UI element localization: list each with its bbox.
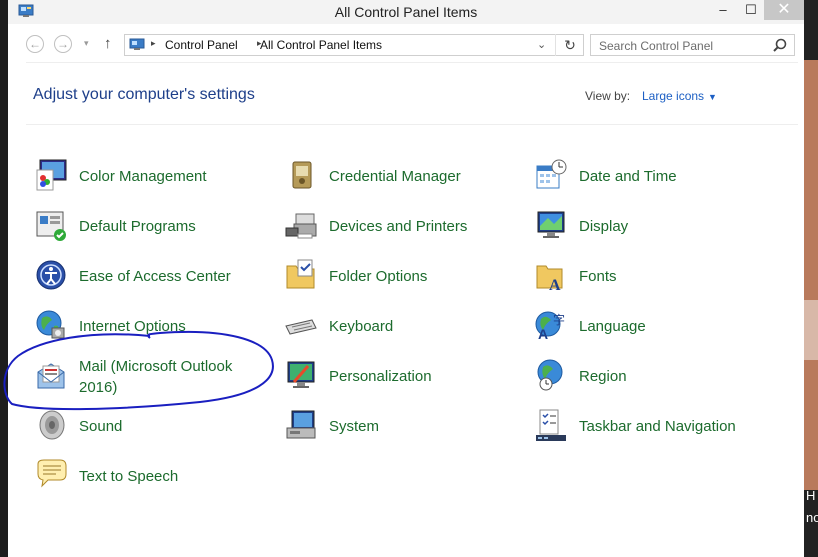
item-label: Date and Time [579, 168, 677, 185]
title-bar[interactable]: All Control Panel Items – ☐ ✕ [8, 0, 804, 24]
desktop-background: H no [804, 0, 818, 557]
maximize-button[interactable]: ☐ [738, 0, 764, 20]
language-icon: A 字 [535, 311, 565, 342]
item-label: Devices and Printers [329, 218, 468, 235]
item-devices-and-printers[interactable]: Devices and Printers [284, 206, 534, 246]
background-image [804, 300, 818, 360]
separator [26, 124, 798, 125]
item-mail-microsoft-outlook[interactable]: Mail (Microsoft Outlook 2016) [34, 356, 284, 396]
window-title: All Control Panel Items [334, 4, 478, 20]
back-button[interactable]: ← [26, 35, 44, 53]
region-icon [537, 359, 563, 391]
item-label: Text to Speech [79, 468, 179, 485]
item-folder-options[interactable]: Folder Options [284, 256, 534, 296]
view-by-label: View by: [585, 89, 631, 103]
control-panel-window: All Control Panel Items – ☐ ✕ ← → ▾ ↑ ▸ … [0, 0, 804, 557]
address-bar[interactable]: ▸ Control Panel ▸ All Control Panel Item… [124, 34, 584, 56]
item-label: Internet Options [79, 318, 186, 335]
item-default-programs[interactable]: Default Programs [34, 206, 284, 246]
recent-locations-dropdown[interactable]: ▾ [84, 38, 89, 49]
background-edge-text: H no [806, 488, 818, 525]
item-label: Ease of Access Center [79, 268, 231, 285]
up-button[interactable]: ↑ [104, 35, 112, 52]
view-by-caret-icon: ▼ [708, 92, 717, 102]
item-date-and-time[interactable]: Date and Time [534, 156, 784, 196]
item-label: Keyboard [329, 318, 394, 335]
sound-icon [39, 410, 65, 440]
view-by-value: Large icons [642, 89, 705, 103]
item-label: Taskbar and Navigation [579, 418, 736, 435]
view-by-dropdown[interactable]: Large icons ▼ [642, 89, 717, 103]
item-personalization[interactable]: Personalization [284, 356, 534, 396]
separator [26, 62, 798, 63]
item-label: Folder Options [329, 268, 428, 285]
item-label: Display [579, 218, 629, 235]
item-internet-options[interactable]: Internet Options [34, 306, 284, 346]
svg-text:A: A [549, 277, 561, 292]
item-language[interactable]: A 字 Language [534, 306, 784, 346]
system-icon [286, 410, 316, 439]
item-label: Sound [79, 418, 123, 435]
taskbar-navigation-icon [536, 409, 566, 441]
item-label: Personalization [329, 368, 432, 385]
credential-manager-icon [292, 161, 312, 189]
background-image [804, 60, 818, 490]
breadcrumb-separator-icon: ▸ [151, 38, 156, 48]
item-region[interactable]: Region [534, 356, 784, 396]
item-keyboard[interactable]: Keyboard [284, 306, 534, 346]
item-credential-manager[interactable]: Credential Manager [284, 156, 534, 196]
item-label: System [329, 418, 380, 435]
item-label: Region [579, 368, 627, 385]
item-label: Credential Manager [329, 168, 461, 185]
item-ease-of-access-center[interactable]: Ease of Access Center [34, 256, 284, 296]
item-system[interactable]: System [284, 406, 534, 446]
breadcrumb-all-items[interactable]: All Control Panel Items [260, 38, 382, 52]
item-label: Mail (Microsoft Outlook 2016) [79, 358, 233, 396]
page-heading: Adjust your computer's settings [33, 86, 255, 103]
date-time-icon [536, 159, 567, 189]
breadcrumb-control-panel[interactable]: Control Panel [165, 38, 238, 52]
keyboard-icon [285, 319, 317, 335]
item-label: Color Management [79, 168, 207, 185]
item-fonts[interactable]: A Fonts [534, 256, 784, 296]
search-box[interactable]: Search Control Panel [590, 34, 795, 56]
close-button[interactable]: ✕ [764, 0, 804, 20]
minimize-button[interactable]: – [708, 0, 738, 20]
svg-text:A: A [538, 326, 548, 342]
search-placeholder: Search Control Panel [599, 39, 714, 53]
fonts-icon: A [536, 265, 563, 292]
refresh-button[interactable]: ↻ [555, 34, 584, 56]
navigation-bar: ← → ▾ ↑ ▸ Control Panel ▸ All Control Pa… [8, 32, 804, 58]
devices-printers-icon [285, 213, 317, 239]
text-to-speech-icon [37, 459, 67, 488]
display-icon [537, 211, 565, 238]
default-programs-icon [36, 211, 66, 241]
item-color-management[interactable]: Color Management [34, 156, 284, 196]
item-sound[interactable]: Sound [34, 406, 284, 446]
svg-text:字: 字 [553, 312, 565, 327]
ease-of-access-icon [36, 260, 66, 290]
search-icon[interactable] [772, 37, 788, 53]
forward-button[interactable]: → [54, 35, 72, 53]
control-panel-small-icon [129, 38, 145, 50]
item-display[interactable]: Display [534, 206, 784, 246]
personalization-icon [287, 361, 315, 388]
mail-icon [37, 363, 65, 389]
item-label: Default Programs [79, 218, 196, 235]
color-management-icon [36, 159, 67, 191]
internet-options-icon [36, 310, 65, 339]
item-label: Language [579, 318, 646, 335]
item-label: Fonts [579, 268, 617, 285]
item-text-to-speech[interactable]: Text to Speech [34, 456, 284, 496]
folder-options-icon [286, 259, 315, 289]
address-dropdown-icon[interactable]: ⌄ [537, 38, 546, 51]
item-taskbar-and-navigation[interactable]: Taskbar and Navigation [534, 406, 784, 446]
